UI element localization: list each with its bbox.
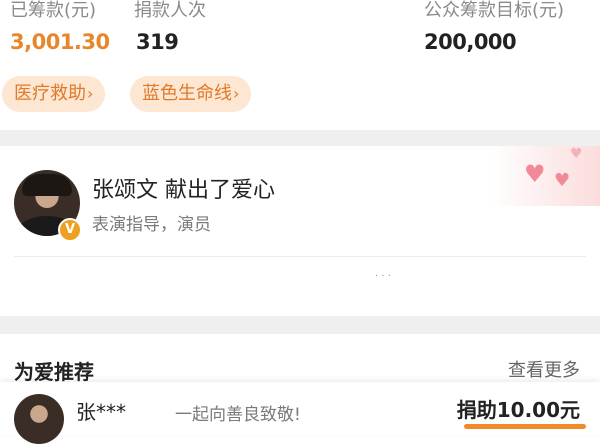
- tag-medical-aid-label: 医疗救助: [14, 83, 86, 104]
- amount-underline: [464, 424, 586, 429]
- featured-donor-card[interactable]: ♥ ♥ ♥ V 张颂文 献出了爱心 表演指导，演员 · · ·: [0, 146, 600, 316]
- raised-value: 3,001.30: [10, 30, 110, 54]
- section-title: 为爱推荐: [14, 360, 94, 382]
- section-divider: [0, 316, 600, 334]
- heart-icon: ♥: [570, 146, 583, 162]
- donor-headline: 张颂文 献出了爱心: [92, 178, 275, 203]
- heart-icon: ♥: [524, 160, 546, 188]
- target-value: 200,000: [424, 30, 517, 54]
- chevron-right-icon: ›: [87, 84, 94, 103]
- section-divider: [0, 130, 600, 146]
- tag-medical-aid[interactable]: 医疗救助›: [2, 76, 106, 112]
- ticker-amount: 捐助10.00元: [456, 398, 580, 422]
- donation-ticker: 张*** 一起向善良致敬! 捐助10.00元: [0, 382, 600, 444]
- carousel-dots: · · ·: [375, 271, 391, 282]
- see-more-link[interactable]: 查看更多: [508, 356, 580, 382]
- tag-blue-lifeline[interactable]: 蓝色生命线›: [130, 76, 252, 112]
- chevron-right-icon: ›: [233, 84, 240, 103]
- tag-blue-lifeline-label: 蓝色生命线: [142, 83, 232, 104]
- donation-stats: 已筹款(元) 3,001.30 捐款人次 319 公众筹款目标(元) 200,0…: [0, 0, 600, 130]
- heart-icon: ♥: [554, 170, 571, 191]
- card-divider: [14, 256, 586, 257]
- donors-label: 捐款人次: [134, 0, 206, 21]
- target-label: 公众筹款目标(元): [424, 0, 565, 21]
- verified-badge-icon: V: [58, 218, 82, 242]
- recommend-section-header: 为爱推荐 查看更多: [0, 334, 600, 382]
- ticker-message: 一起向善良致敬!: [175, 405, 301, 425]
- ticker-donor-name: 张***: [76, 400, 126, 424]
- hearts-decoration: ♥ ♥ ♥: [490, 146, 600, 206]
- raised-label: 已筹款(元): [10, 0, 97, 21]
- ticker-avatar: [14, 394, 64, 444]
- donors-value: 319: [136, 30, 179, 54]
- donor-subtitle: 表演指导，演员: [92, 215, 211, 235]
